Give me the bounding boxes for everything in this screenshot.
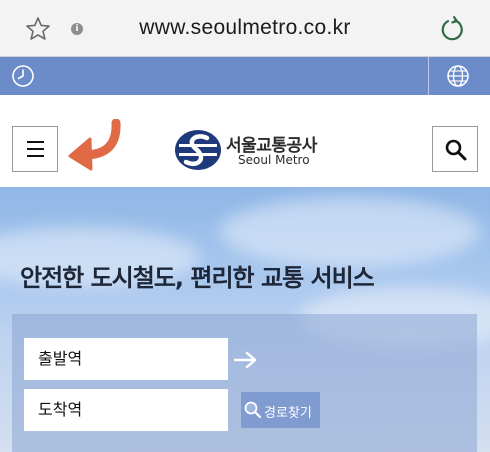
menu-icon-line xyxy=(27,155,44,157)
menu-icon-line xyxy=(27,141,44,143)
utility-divider xyxy=(428,57,429,95)
route-search-panel: 출발역 도착역 경로찾기 xyxy=(12,314,477,452)
brand-name-english[interactable]: Seoul Metro xyxy=(238,153,310,167)
magnifier-icon xyxy=(244,401,262,419)
arrival-station-input[interactable]: 도착역 xyxy=(24,389,228,431)
globe-icon[interactable] xyxy=(446,64,470,88)
url-text[interactable]: www.seoulmetro.co.kr xyxy=(0,16,490,40)
utility-bar xyxy=(0,57,490,95)
site-header: 서울교통공사 Seoul Metro xyxy=(0,95,490,187)
hero-tagline: 안전한 도시철도, 편리한 교통 서비스 xyxy=(20,264,375,292)
search-icon xyxy=(445,139,467,161)
cloud-decoration xyxy=(220,197,480,267)
browser-address-bar: i www.seoulmetro.co.kr xyxy=(0,0,490,57)
find-route-button[interactable]: 경로찾기 xyxy=(241,392,320,428)
arrow-right-icon xyxy=(233,351,257,369)
seoul-metro-logo[interactable] xyxy=(174,129,222,171)
reload-icon[interactable] xyxy=(439,16,465,42)
search-button[interactable] xyxy=(432,126,478,172)
departure-station-input[interactable]: 출발역 xyxy=(24,338,228,380)
hero-section: 안전한 도시철도, 편리한 교통 서비스 출발역 도착역 경로찾기 xyxy=(0,187,490,452)
menu-icon-line xyxy=(27,148,44,150)
menu-button[interactable] xyxy=(12,126,58,172)
curved-arrow-icon xyxy=(68,119,121,171)
clock-icon[interactable] xyxy=(11,64,35,88)
find-route-label: 경로찾기 xyxy=(264,406,312,421)
